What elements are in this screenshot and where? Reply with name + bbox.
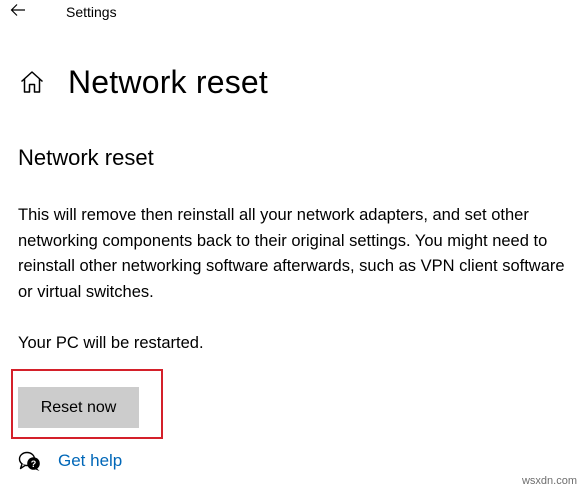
home-icon[interactable] xyxy=(18,68,46,96)
back-button[interactable] xyxy=(6,0,30,24)
section-title: Network reset xyxy=(18,145,154,170)
svg-text:?: ? xyxy=(31,459,37,469)
restart-note: Your PC will be restarted. xyxy=(18,334,204,352)
page-title: Network reset xyxy=(68,63,268,100)
page-header: Network reset xyxy=(18,60,268,104)
app-title: Settings xyxy=(66,4,117,20)
watermark: wsxdn.com xyxy=(521,475,577,487)
get-help-row[interactable]: ? Get help xyxy=(18,449,122,473)
reset-now-button[interactable]: Reset now xyxy=(18,387,139,428)
chat-help-icon: ? xyxy=(18,449,42,473)
reset-description: This will remove then reinstall all your… xyxy=(18,206,565,301)
get-help-link[interactable]: Get help xyxy=(58,451,122,471)
title-bar: Settings xyxy=(0,0,585,28)
back-arrow-icon xyxy=(10,3,26,22)
